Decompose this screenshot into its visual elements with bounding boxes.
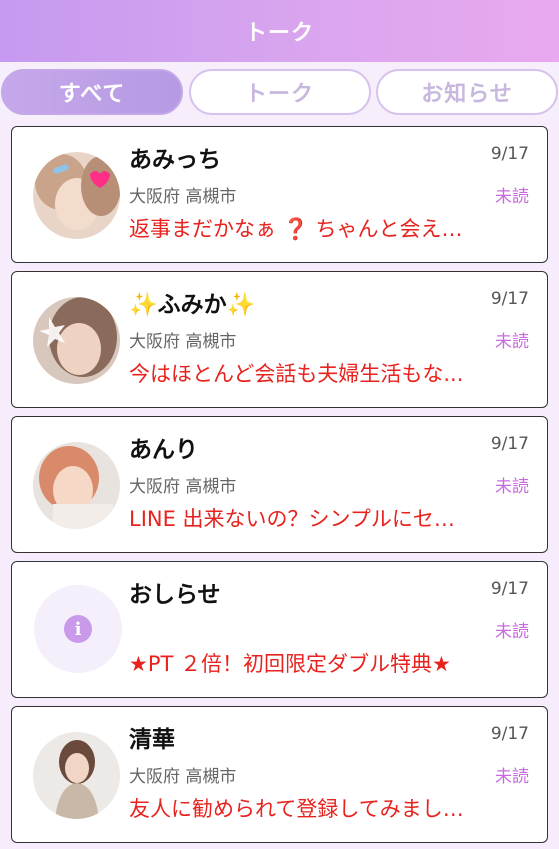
- contact-location: 大阪府 高槻市: [129, 332, 237, 352]
- unread-status: 未読: [495, 332, 529, 352]
- message-list: あみっち 9/17 大阪府 高槻市 未読 返事まだかなぁ ❓ ちゃんと会え… ✨…: [0, 126, 559, 843]
- message-preview: 友人に勧められて登録してみまし…: [129, 797, 464, 821]
- avatar[interactable]: [33, 732, 120, 819]
- tab-talk[interactable]: トーク: [188, 69, 371, 115]
- message-preview: 返事まだかなぁ ❓ ちゃんと会え…: [129, 217, 463, 241]
- unread-status: 未読: [495, 622, 529, 642]
- unread-status: 未読: [495, 767, 529, 787]
- unread-status: 未読: [495, 477, 529, 497]
- user-photo-icon: [33, 442, 120, 529]
- list-item[interactable]: i おしらせ 9/17 未読 ★PT ２倍！初回限定ダブル特典★: [11, 561, 548, 698]
- message-date: 9/17: [490, 434, 529, 454]
- contact-location: 大阪府 高槻市: [129, 187, 237, 207]
- contact-name-text: ふみか: [157, 292, 227, 318]
- message-date: 9/17: [490, 289, 529, 309]
- sparkle-icon: ✨: [129, 292, 158, 318]
- tab-notices[interactable]: お知らせ: [376, 69, 558, 115]
- message-date: 9/17: [490, 579, 529, 599]
- contact-location: 大阪府 高槻市: [129, 477, 237, 497]
- avatar[interactable]: [33, 442, 120, 529]
- page-title: トーク: [244, 21, 314, 46]
- unread-status: 未読: [495, 187, 529, 207]
- message-date: 9/17: [490, 724, 529, 744]
- message-preview: 今はほとんど会話も夫婦生活もな...: [129, 362, 464, 386]
- list-item[interactable]: 清華 9/17 大阪府 高槻市 未読 友人に勧められて登録してみまし…: [11, 706, 548, 843]
- contact-name: ✨ふみか✨: [129, 285, 255, 319]
- message-preview: LINE 出来ないの？シンプルにセ…: [129, 507, 455, 531]
- contact-name: おしらせ: [129, 582, 221, 608]
- avatar[interactable]: [33, 297, 120, 384]
- list-item[interactable]: あみっち 9/17 大阪府 高槻市 未読 返事まだかなぁ ❓ ちゃんと会え…: [11, 126, 548, 263]
- info-icon: i: [64, 615, 92, 643]
- user-photo-icon: [33, 732, 120, 819]
- sparkle-icon: ✨: [226, 292, 256, 318]
- message-date: 9/17: [490, 144, 529, 164]
- tab-bar: すべて トーク お知らせ: [0, 62, 559, 120]
- avatar[interactable]: [33, 152, 120, 239]
- contact-name: あんり: [129, 437, 198, 463]
- user-photo-icon: [33, 297, 120, 384]
- tab-all[interactable]: すべて: [1, 69, 183, 115]
- message-preview: ★PT ２倍！初回限定ダブル特典★: [129, 652, 451, 676]
- user-photo-icon: [33, 152, 120, 239]
- avatar[interactable]: i: [34, 585, 122, 673]
- app-header: トーク: [0, 0, 559, 62]
- contact-name: あみっち: [129, 147, 221, 173]
- list-item[interactable]: ✨ふみか✨ 9/17 大阪府 高槻市 未読 今はほとんど会話も夫婦生活もな...: [11, 271, 548, 408]
- list-item[interactable]: あんり 9/17 大阪府 高槻市 未読 LINE 出来ないの？シンプルにセ…: [11, 416, 548, 553]
- contact-name: 清華: [129, 727, 175, 753]
- contact-location: 大阪府 高槻市: [129, 767, 237, 787]
